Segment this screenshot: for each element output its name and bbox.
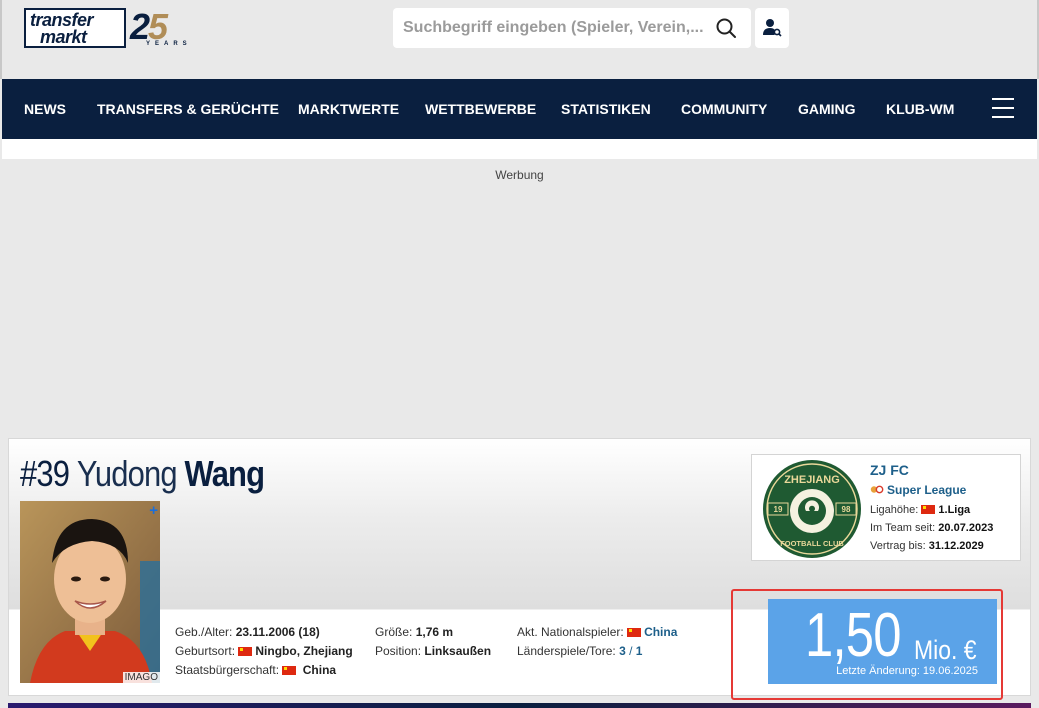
team-since-label: Im Team seit:: [870, 522, 936, 534]
search-icon[interactable]: [715, 17, 737, 39]
info-column-3: Akt. Nationalspieler: China Länderspiele…: [517, 623, 677, 661]
shirt-number: #39: [20, 453, 70, 494]
birthplace-row: Geburtsort: Ningbo, Zhejiang: [175, 642, 353, 661]
height-label: Größe:: [375, 625, 413, 639]
hamburger-menu-icon[interactable]: [992, 98, 1014, 118]
birth-value: 23.11.2006 (18): [235, 625, 320, 639]
player-photo[interactable]: + IMAGO: [20, 501, 160, 683]
birth-label: Geb./Alter:: [175, 625, 233, 639]
search-bar: [393, 8, 751, 48]
club-league-link[interactable]: Super League: [887, 483, 966, 497]
birthplace-value: Ningbo, Zhejiang: [255, 644, 353, 658]
main-navigation: NEWS TRANSFERS & GERÜCHTE MARKTWERTE WET…: [2, 79, 1037, 139]
search-input[interactable]: [393, 8, 703, 48]
national-team-row: Akt. Nationalspieler: China: [517, 623, 677, 642]
nav-item-community[interactable]: COMMUNITY: [681, 101, 767, 117]
birth-row: Geb./Alter: 23.11.2006 (18): [175, 623, 353, 642]
user-search-button[interactable]: [755, 8, 789, 48]
user-search-icon: [763, 19, 782, 37]
citizenship-label: Staatsbürgerschaft:: [175, 663, 280, 677]
position-row: Position: Linksaußen: [375, 642, 491, 661]
club-logo-text-top: ZHEJIANG: [784, 474, 840, 486]
photo-credit: IMAGO: [122, 672, 160, 683]
info-column-1: Geb./Alter: 23.11.2006 (18) Geburtsort: …: [175, 623, 353, 680]
logo-years: YEARS: [146, 41, 192, 47]
club-name-link[interactable]: ZJ FC: [870, 462, 909, 478]
nav-item-transfers[interactable]: TRANSFERS & GERÜCHTE: [97, 101, 279, 117]
china-flag-icon: [921, 505, 936, 514]
nav-item-statistiken[interactable]: STATISTIKEN: [561, 101, 651, 117]
goals-link[interactable]: 1: [636, 644, 643, 658]
nav-spacer: [2, 139, 1037, 159]
player-last-name: Wang: [184, 453, 265, 494]
site-header: transfer markt 25 YEARS: [0, 0, 1039, 79]
contract-label: Vertrag bis:: [870, 540, 926, 552]
league-level-label: Ligahöhe:: [870, 504, 919, 516]
club-logo-year-left: 19: [774, 505, 783, 514]
club-logo[interactable]: 19 98 ZHEJIANG FOOTBALL CLUB: [762, 459, 862, 559]
citizenship-row: Staatsbürgerschaft: China: [175, 661, 353, 680]
position-value: Linksaußen: [424, 644, 492, 658]
national-label: Akt. Nationalspieler:: [517, 625, 624, 639]
player-portrait-image: [20, 501, 160, 683]
logo-wordmark-box: transfer markt: [24, 8, 126, 48]
contract-row: Vertrag bis: 31.12.2029: [870, 540, 984, 552]
nav-item-marktwerte[interactable]: MARKTWERTE: [298, 101, 399, 117]
logo-word-markt: markt: [40, 27, 87, 47]
ad-label: Werbung: [495, 168, 544, 182]
caps-separator: /: [629, 644, 633, 658]
nav-item-news[interactable]: NEWS: [24, 101, 66, 117]
nav-item-wettbewerbe[interactable]: WETTBEWERBE: [425, 101, 536, 117]
photo-expand-icon[interactable]: +: [149, 502, 158, 519]
club-league-row: Super League: [870, 483, 966, 497]
csl-league-icon: [870, 485, 884, 494]
contract-value: 31.12.2029: [928, 540, 984, 552]
birthplace-label: Geburtsort:: [175, 644, 236, 658]
height-row: Größe: 1,76 m: [375, 623, 491, 642]
bottom-stripe: [8, 703, 1031, 708]
citizenship-value: China: [302, 663, 337, 677]
team-since-row: Im Team seit: 20.07.2023: [870, 522, 993, 534]
china-flag-icon: [238, 647, 253, 656]
club-logo-text-bottom: FOOTBALL CLUB: [780, 539, 844, 548]
player-name-heading: #39 Yudong Wang: [20, 453, 265, 495]
info-column-2: Größe: 1,76 m Position: Linksaußen: [375, 623, 491, 661]
caps-link[interactable]: 3: [619, 644, 626, 658]
position-label: Position:: [375, 644, 422, 658]
club-info-box: 19 98 ZHEJIANG FOOTBALL CLUB ZJ FC Super…: [751, 454, 1021, 561]
transfermarkt-logo[interactable]: transfer markt 25 YEARS: [24, 6, 206, 50]
nav-item-gaming[interactable]: GAMING: [798, 101, 856, 117]
league-level-row: Ligahöhe: 1.Liga: [870, 504, 970, 516]
national-team-link[interactable]: China: [644, 625, 677, 639]
league-level-value: 1.Liga: [938, 504, 971, 516]
market-value-highlight-frame: [731, 589, 1003, 700]
team-since-value: 20.07.2023: [938, 522, 994, 534]
player-first-name: Yudong: [76, 453, 178, 494]
caps-label: Länderspiele/Tore:: [517, 644, 616, 658]
height-value: 1,76 m: [415, 625, 454, 639]
caps-row: Länderspiele/Tore: 3 / 1: [517, 642, 677, 661]
china-flag-icon: [627, 628, 642, 637]
china-flag-icon: [282, 666, 297, 675]
club-logo-year-right: 98: [842, 505, 851, 514]
nav-item-klub-wm[interactable]: KLUB-WM: [886, 101, 954, 117]
